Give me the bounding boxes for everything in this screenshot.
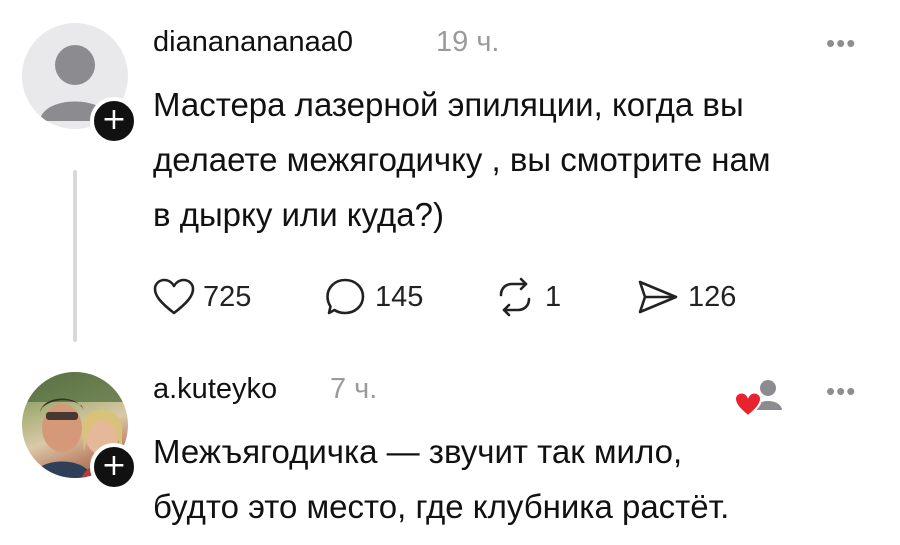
send-icon	[638, 280, 678, 314]
comment-text-line: делаете межягодичку , вы смотрите нам	[153, 141, 771, 178]
more-options-icon[interactable]: •••	[826, 28, 856, 59]
thread-line	[73, 170, 77, 342]
comment-bubble-icon	[326, 278, 365, 315]
follow-button[interactable]: +	[90, 443, 138, 491]
like-button[interactable]: 725	[153, 277, 251, 317]
share-button[interactable]: 126	[636, 277, 736, 317]
comment-text-line: Межъягодичка — звучит так мило,	[153, 433, 683, 470]
heart-icon	[153, 278, 195, 315]
reply-button[interactable]: 145	[325, 277, 423, 317]
comment-username[interactable]: diananananaa0	[153, 26, 353, 59]
comment-time: 19 ч.	[436, 26, 500, 58]
reply-count: 145	[375, 280, 424, 313]
repost-icon	[499, 277, 531, 317]
more-options-icon[interactable]: •••	[826, 376, 856, 407]
repost-count: 1	[545, 280, 562, 313]
repost-button[interactable]: 1	[493, 277, 561, 317]
like-count: 725	[203, 280, 252, 313]
follow-button[interactable]: +	[90, 97, 138, 145]
comment-username[interactable]: a.kuteyko	[153, 373, 277, 406]
comment-text-line: Мастера лазерной эпиляции, когда вы	[153, 86, 744, 123]
share-count: 126	[688, 280, 737, 313]
comment-time: 7 ч.	[330, 373, 378, 405]
author-liked-icon	[733, 374, 790, 418]
comment-text-line: в дырку или куда?)	[153, 196, 444, 233]
comment-text-line: будто это место, где клубника растёт.	[153, 488, 730, 525]
